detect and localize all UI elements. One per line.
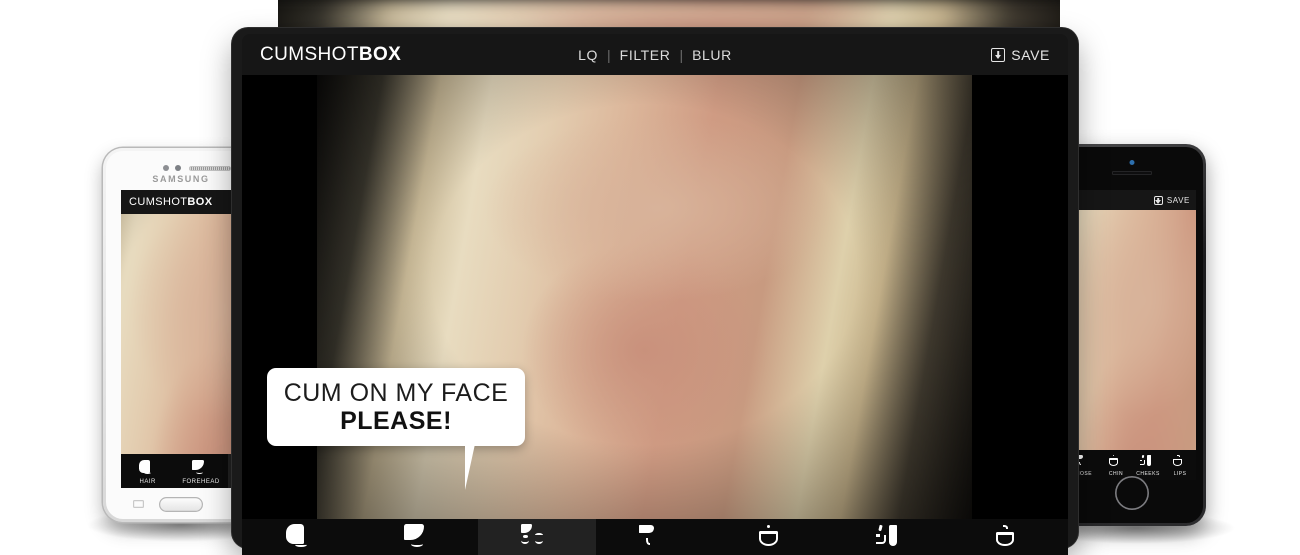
save-download-icon	[991, 47, 1006, 62]
lips-icon	[991, 523, 1027, 552]
editor-canvas[interactable]: CUM ON MY FACE PLEASE!	[242, 75, 1068, 519]
phone-left-home-button[interactable]	[159, 497, 203, 512]
tool-cheeks[interactable]: CHEEKS	[832, 519, 950, 555]
save-download-icon	[1153, 195, 1163, 205]
feature-toolbar: HAIRFOREHEADEYESNOSECHINCHEEKSLIPS	[242, 519, 1068, 555]
cheeks-icon	[873, 523, 909, 552]
nav-separator-2: |	[679, 46, 684, 63]
phone-right-save-button[interactable]: SAVE	[1153, 195, 1190, 205]
phone-right-screen: SAVE NOSE CHIN CHEEKS LIPS	[1068, 190, 1196, 480]
nav-separator-1: |	[607, 46, 611, 63]
tool-nose[interactable]: NOSE	[596, 519, 714, 555]
phone-right-home-button[interactable]	[1115, 476, 1149, 510]
lips-icon	[1171, 454, 1190, 469]
phone-left-earpiece	[189, 166, 231, 171]
phone-left-logo-suffix: BOX	[187, 196, 213, 208]
app-logo-prefix: CUMSHOT	[260, 43, 359, 65]
phone-right-photo	[1068, 210, 1196, 450]
phone-right-appbar: SAVE	[1068, 190, 1196, 210]
tool-lips[interactable]: LIPS	[1164, 450, 1196, 480]
nose-icon	[637, 523, 673, 552]
tablet-device: CUMSHOTBOX LQ | FILTER | BLUR SAVE CUM O…	[232, 28, 1078, 555]
phone-left-camera	[175, 165, 181, 171]
hair-icon	[137, 460, 158, 477]
save-button-label: SAVE	[1011, 46, 1050, 63]
phone-right-canvas	[1068, 210, 1196, 450]
phone-right: SAVE NOSE CHIN CHEEKS LIPS	[1058, 144, 1206, 526]
tool-lips[interactable]: LIPS	[950, 519, 1068, 555]
mockup-stage: SAMSUNG CUMSHOTBOX HAIRFOREHEADEYES	[0, 0, 1300, 555]
phone-left-sensor-dot	[163, 165, 169, 171]
tool-label-forehead: FOREHEAD	[182, 479, 220, 485]
tool-forehead[interactable]: FOREHEAD	[174, 454, 227, 488]
app-nav: LQ | FILTER | BLUR	[578, 47, 732, 63]
forehead-icon	[190, 460, 211, 477]
callout-line-2: PLEASE!	[340, 407, 452, 435]
app-top-bar: CUMSHOTBOX LQ | FILTER | BLUR SAVE	[242, 34, 1068, 75]
tool-label-nose: NOSE	[1075, 471, 1093, 477]
phone-left-app-logo: CUMSHOTBOX	[129, 196, 212, 208]
phone-right-earpiece	[1112, 171, 1152, 175]
callout-bubble: CUM ON MY FACE PLEASE!	[267, 368, 525, 490]
tool-label-lips: LIPS	[1173, 471, 1187, 477]
save-button[interactable]: SAVE	[991, 47, 1050, 63]
tool-forehead[interactable]: FOREHEAD	[360, 519, 478, 555]
hair-icon	[283, 523, 319, 552]
chin-icon	[755, 523, 791, 552]
tool-cheeks[interactable]: CHEEKS	[1132, 450, 1164, 480]
nav-item-blur[interactable]: BLUR	[692, 47, 732, 63]
phone-left-recents-key[interactable]	[133, 500, 144, 508]
app-logo-suffix: BOX	[358, 43, 402, 65]
chin-icon	[1107, 454, 1126, 469]
tool-label-cheeks: CHEEKS	[1136, 471, 1160, 477]
editor-photo	[317, 75, 972, 519]
phone-right-camera	[1129, 160, 1135, 165]
tool-label-hair: HAIR	[139, 479, 156, 485]
nav-item-lq[interactable]: LQ	[578, 47, 598, 63]
app-logo: CUMSHOTBOX	[260, 44, 401, 66]
tool-hair[interactable]: HAIR	[121, 454, 174, 488]
cheeks-icon	[1139, 454, 1158, 469]
eyes-icon	[519, 523, 555, 552]
nav-item-filter[interactable]: FILTER	[620, 47, 671, 63]
callout-bubble-tail	[465, 444, 497, 490]
editor-photo-frame	[317, 75, 972, 519]
phone-left-logo-prefix: CUMSHOT	[129, 196, 188, 208]
tool-eyes[interactable]: EYES	[478, 519, 596, 555]
tool-hair[interactable]: HAIR	[242, 519, 360, 555]
forehead-icon	[401, 523, 437, 552]
tool-chin[interactable]: CHIN	[714, 519, 832, 555]
callout-line-1: CUM ON MY FACE	[283, 379, 509, 407]
tool-label-chin: CHIN	[1108, 471, 1124, 477]
phone-right-save-label: SAVE	[1166, 195, 1190, 205]
